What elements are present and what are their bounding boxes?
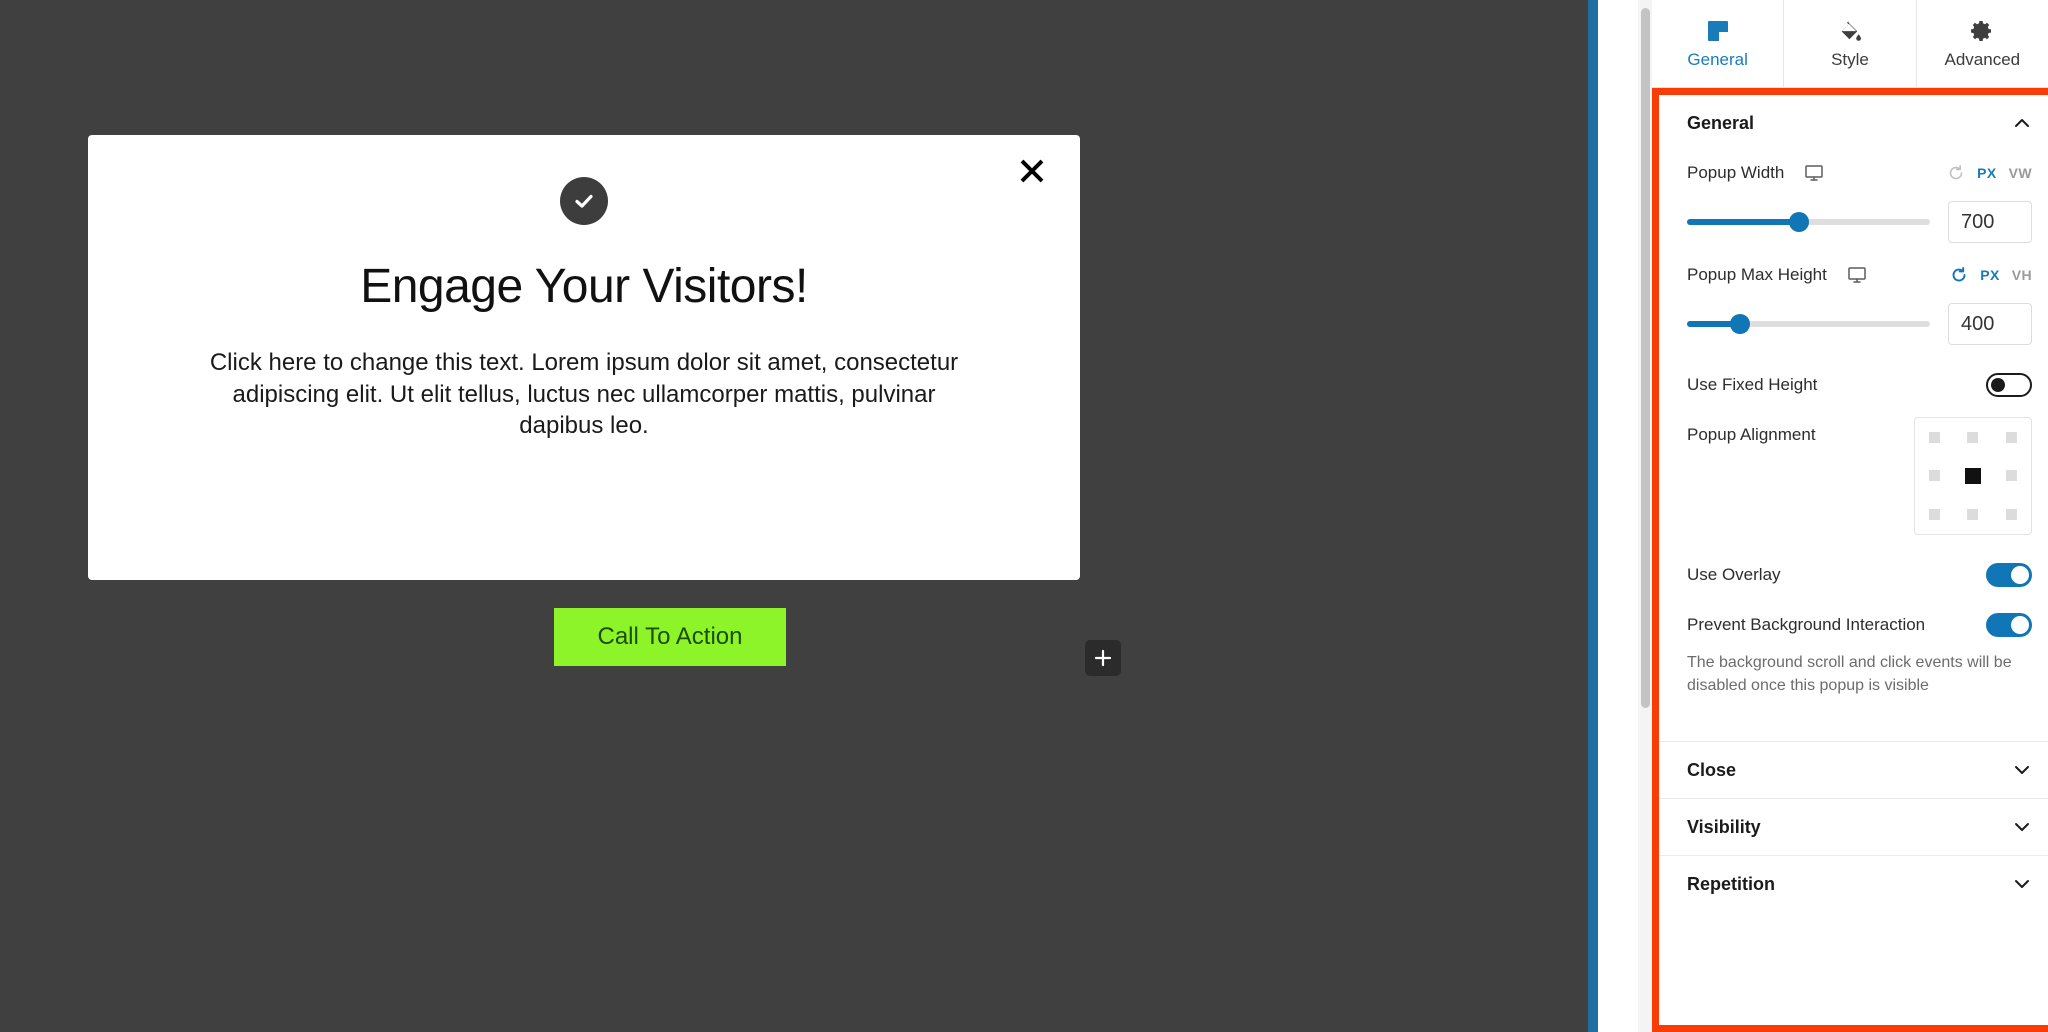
align-cell-middle-center[interactable] [1954,457,1993,496]
align-cell-bottom-left[interactable] [1915,495,1954,534]
popup-body-text: Click here to change this text. Lorem ip… [209,349,959,440]
prevent-background-interaction-help: The background scroll and click events w… [1687,654,2012,695]
tab-advanced[interactable]: Advanced [1917,0,2048,87]
align-cell-bottom-right[interactable] [1992,495,2031,534]
check-circle-icon [560,177,608,225]
align-dot [1928,470,1940,482]
align-cell-top-right[interactable] [1992,418,2031,457]
desktop-monitor-icon[interactable] [1804,163,1824,183]
section-header-visibility[interactable]: Visibility [1659,799,2048,855]
popup-max-height-slider[interactable] [1687,313,1930,335]
unit-px-height[interactable]: PX [1980,267,1999,283]
popup-alignment-grid [1914,417,2032,535]
slider-fill [1687,219,1799,225]
popup-width-slider-row [1659,195,2048,243]
section-title-close: Close [1687,759,1737,780]
toggle-knob [1991,378,2005,392]
tab-style-label: Style [1831,49,1869,69]
popup-width-input[interactable] [1948,201,2032,243]
tab-general-label: General [1687,49,1748,69]
align-cell-top-left[interactable] [1915,418,1954,457]
field-popup-max-height: Popup Max Height PX VH [1659,253,2048,297]
prevent-background-interaction-toggle[interactable] [1986,613,2032,637]
tab-advanced-label: Advanced [1944,49,2021,69]
align-dot [1967,431,1979,443]
call-to-action-button[interactable]: Call To Action [554,608,786,666]
unit-vw-width[interactable]: VW [2009,165,2032,181]
align-dot [1928,509,1940,521]
slider-thumb[interactable] [1788,212,1809,232]
field-popup-width: Popup Width PX VW [1659,151,2048,195]
sidebar-scrollbar-thumb[interactable] [1641,8,1650,708]
layout-square-icon [1706,18,1730,44]
reset-popup-max-height-icon[interactable] [1950,266,1968,284]
row-prevent-background-interaction: Prevent Background Interaction [1659,601,2048,649]
section-header-close[interactable]: Close [1659,742,2048,798]
prevent-background-interaction-label: Prevent Background Interaction [1687,615,1926,634]
align-dot [2006,509,2018,521]
popup-preview: Engage Your Visitors! Click here to chan… [88,135,1121,676]
align-dot [1964,467,1981,484]
align-cell-middle-right[interactable] [1992,457,2031,496]
desktop-monitor-icon[interactable] [1847,265,1867,285]
chevron-down-icon [2012,817,2032,837]
align-cell-top-center[interactable] [1954,418,1993,457]
align-dot [1967,509,1979,521]
use-fixed-height-toggle[interactable] [1986,373,2032,397]
tab-general[interactable]: General [1652,0,1785,87]
section-title-visibility: Visibility [1687,816,1761,837]
canvas-edge-rail [1588,0,1598,1032]
use-fixed-height-label: Use Fixed Height [1687,375,1818,394]
panel-gutter [1598,0,1638,1032]
align-dot [1928,431,1940,443]
align-dot [2006,470,2018,482]
unit-vh-height[interactable]: VH [2012,267,2032,283]
toggle-knob [2011,616,2029,634]
unit-px-width[interactable]: PX [1977,165,1996,181]
chevron-down-icon [2012,874,2032,894]
row-popup-alignment: Popup Alignment [1659,411,2048,535]
popup-width-slider[interactable] [1687,211,1930,233]
align-cell-bottom-center[interactable] [1954,495,1993,534]
use-overlay-toggle[interactable] [1986,563,2032,587]
section-header-repetition[interactable]: Repetition [1659,856,2048,912]
row-use-overlay: Use Overlay [1659,549,2048,601]
section-header-general[interactable]: General [1659,95,2048,151]
reset-popup-width-icon[interactable] [1947,164,1965,182]
add-block-plus-icon[interactable] [1085,640,1121,676]
section-title-repetition: Repetition [1687,873,1775,894]
toggle-knob [2011,566,2029,584]
close-x-icon[interactable] [1010,149,1054,193]
popup-title: Engage Your Visitors! [360,260,808,313]
align-dot [2006,431,2018,443]
align-cell-middle-left[interactable] [1915,457,1954,496]
popup-max-height-label: Popup Max Height [1687,265,1827,284]
slider-thumb[interactable] [1730,314,1751,334]
popup-alignment-label: Popup Alignment [1687,425,1816,444]
paint-bucket-icon [1838,18,1862,44]
row-use-fixed-height: Use Fixed Height [1659,359,2048,411]
popup-width-label: Popup Width [1687,163,1785,182]
settings-tab-bar: General Style Advanced [1652,0,2048,88]
chevron-up-icon [2012,113,2032,133]
tab-style[interactable]: Style [1784,0,1917,87]
gear-icon [1970,18,1994,44]
popup-max-height-input[interactable] [1948,303,2032,345]
use-overlay-label: Use Overlay [1687,565,1781,584]
collapsed-sections: Close Visibility Repetition [1659,741,2048,912]
app-root: Engage Your Visitors! Click here to chan… [0,0,2048,1032]
section-title-general: General [1687,112,1755,133]
chevron-down-icon [2012,760,2032,780]
general-settings-panel: General Popup Width PX VW 700 Popup Max … [1659,95,2048,1025]
editor-canvas: Engage Your Visitors! Click here to chan… [0,0,1588,1032]
popup-max-height-slider-row [1659,297,2048,345]
